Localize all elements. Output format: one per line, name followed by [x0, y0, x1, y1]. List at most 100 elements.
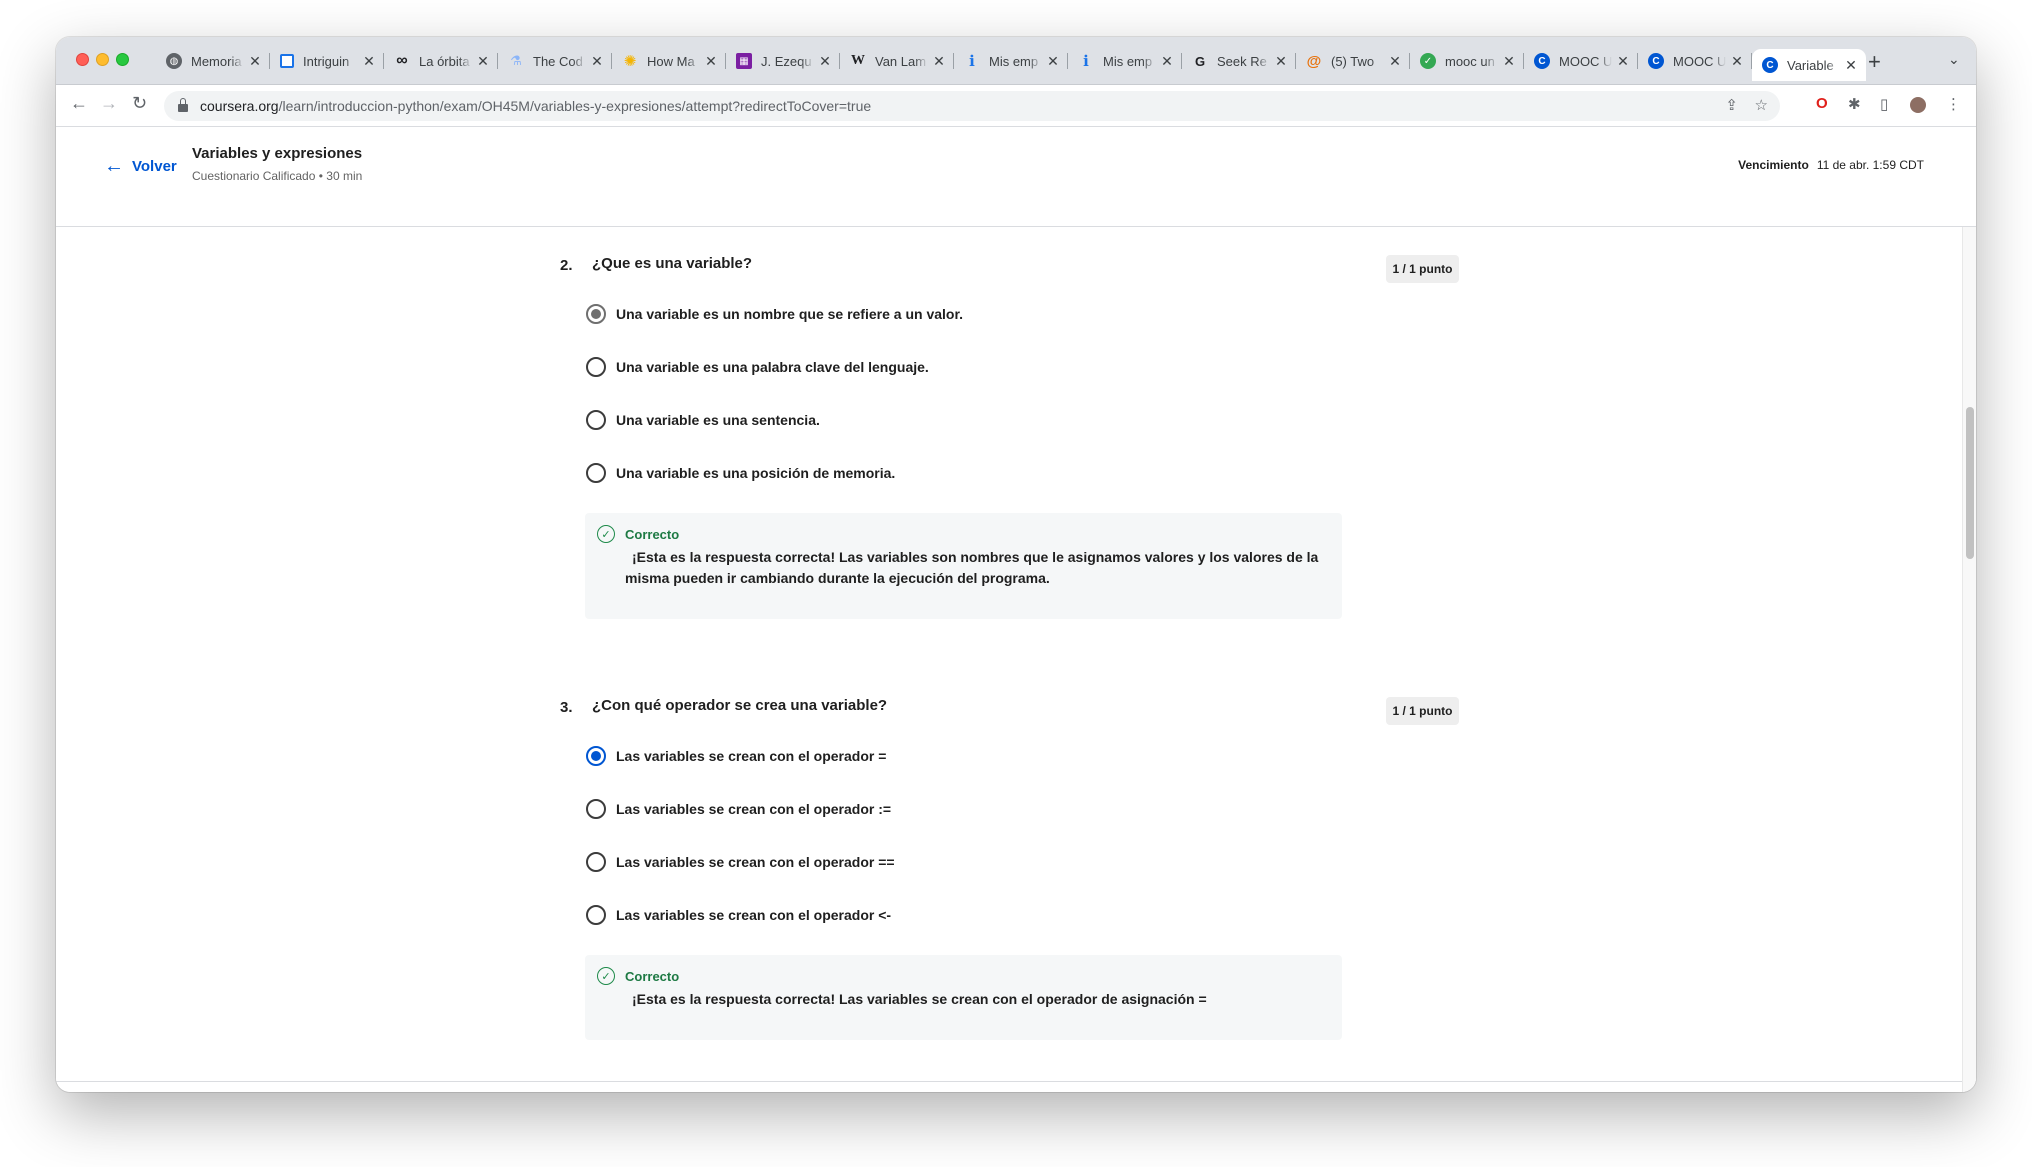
due-value: 11 de abr. 1:59 CDT	[1816, 158, 1924, 172]
quiz-content: 2. ¿Que es una variable? 1 / 1 punto Una…	[56, 227, 1976, 1092]
scrollbar-thumb[interactable]	[1966, 407, 1974, 559]
globe-icon: ◍	[166, 53, 182, 69]
flask-icon: ⚗	[510, 53, 522, 68]
radio[interactable]	[586, 357, 606, 377]
swirl-icon: @	[1306, 52, 1322, 70]
tab[interactable]: ✓ mooc un ✕	[1410, 45, 1524, 77]
answer-option[interactable]: Las variables se crean con el operador =	[586, 746, 886, 766]
tab-search-chevron-icon[interactable]: ⌄	[1948, 51, 1960, 68]
tab-title: (5) Two	[1331, 53, 1375, 69]
address-bar[interactable]: coursera.org/learn/introduccion-python/e…	[164, 91, 1780, 121]
close-icon[interactable]: ✕	[1388, 53, 1402, 70]
tab-title: La órbita	[419, 53, 470, 69]
radio[interactable]	[586, 905, 606, 925]
answer-option[interactable]: Una variable es una posición de memoria.	[586, 463, 895, 483]
coursera-icon: C	[1762, 57, 1778, 73]
reload-icon[interactable]: ↻	[132, 93, 147, 114]
info-icon: ℹ	[969, 53, 975, 70]
check-circle-icon: ✓	[597, 525, 615, 543]
opera-icon[interactable]: O	[1816, 95, 1828, 112]
page: ← Volver Variables y expresiones Cuestio…	[56, 127, 1976, 1092]
answer-option[interactable]: Una variable es una sentencia.	[586, 410, 820, 430]
sun-icon: ✺	[623, 53, 637, 70]
url-host: coursera.org	[200, 98, 279, 114]
radio[interactable]	[586, 799, 606, 819]
close-icon[interactable]: ✕	[1844, 57, 1858, 74]
tab-title: Intriguin	[303, 53, 350, 69]
question-number: 2.	[560, 257, 573, 274]
tab[interactable]: C MOOC U ✕	[1638, 45, 1752, 77]
radio[interactable]	[586, 410, 606, 430]
browser-toolbar: ← → ↻ coursera.org/learn/introduccion-py…	[56, 85, 1976, 127]
close-icon[interactable]: ✕	[1274, 53, 1288, 70]
divider	[56, 1081, 1962, 1082]
close-icon[interactable]: ✕	[1730, 53, 1744, 70]
page-title: Variables y expresiones	[192, 145, 363, 162]
maximize-window-button[interactable]	[116, 53, 129, 66]
radio[interactable]	[586, 852, 606, 872]
extensions-puzzle-icon[interactable]: ✱	[1848, 95, 1861, 113]
tab[interactable]: ℹ Mis emp ✕	[1068, 45, 1182, 77]
new-tab-button[interactable]: +	[1868, 49, 1881, 75]
close-icon[interactable]: ✕	[476, 53, 490, 70]
answer-option[interactable]: Una variable es un nombre que se refiere…	[586, 304, 963, 324]
forward-arrow-icon[interactable]: →	[100, 93, 118, 114]
answer-option[interactable]: Las variables se crean con el operador =…	[586, 852, 895, 872]
tab[interactable]: ℹ Mis emp ✕	[954, 45, 1068, 77]
tab[interactable]: @ (5) Two ✕	[1296, 45, 1410, 77]
close-icon[interactable]: ✕	[932, 53, 946, 70]
close-icon[interactable]: ✕	[1160, 53, 1174, 70]
back-label: Volver	[132, 158, 177, 175]
close-window-button[interactable]	[76, 53, 89, 66]
star-icon[interactable]: ☆	[1755, 96, 1768, 114]
option-label: Una variable es una palabra clave del le…	[616, 359, 929, 375]
option-label: Las variables se crean con el operador =	[616, 748, 887, 764]
back-arrow-icon[interactable]: ←	[70, 93, 88, 114]
answer-option[interactable]: Las variables se crean con el operador :…	[586, 799, 891, 819]
side-panel-icon[interactable]: ▯	[1880, 95, 1888, 113]
close-icon[interactable]: ✕	[590, 53, 604, 70]
close-icon[interactable]: ✕	[248, 53, 262, 70]
answer-option[interactable]: Las variables se crean con el operador <…	[586, 905, 891, 925]
leaf-icon: ✓	[1420, 53, 1436, 69]
check-circle-icon: ✓	[597, 967, 615, 985]
tab[interactable]: ▦ J. Ezequ ✕	[726, 45, 840, 77]
avatar[interactable]	[1910, 97, 1926, 113]
option-label: Una variable es un nombre que se refiere…	[616, 306, 964, 322]
close-icon[interactable]: ✕	[1502, 53, 1516, 70]
close-icon[interactable]: ✕	[1046, 53, 1060, 70]
share-icon[interactable]: ⇪	[1725, 96, 1738, 114]
feedback-box: ✓ Correcto ¡Esta es la respuesta correct…	[585, 955, 1342, 1040]
tab[interactable]: G Seek Re ✕	[1182, 45, 1296, 77]
close-icon[interactable]: ✕	[704, 53, 718, 70]
back-button[interactable]: ← Volver	[104, 155, 177, 178]
tab-title: How Ma	[647, 53, 695, 69]
tab[interactable]: W Van Lam ✕	[840, 45, 954, 77]
close-icon[interactable]: ✕	[362, 53, 376, 70]
option-label: Las variables se crean con el operador =…	[616, 854, 895, 870]
tab-title: Seek Re	[1217, 53, 1267, 69]
tab[interactable]: Intriguin ✕	[270, 45, 384, 77]
tab[interactable]: ⚗ The Cod ✕	[498, 45, 612, 77]
radio-selected[interactable]	[586, 746, 606, 766]
due-label: Vencimiento	[1738, 158, 1809, 172]
close-icon[interactable]: ✕	[1616, 53, 1630, 70]
feedback-text: ¡Esta es la respuesta correcta! Las vari…	[625, 549, 1319, 586]
feedback-text: ¡Esta es la respuesta correcta! Las vari…	[632, 991, 1207, 1007]
tab[interactable]: ∞ La órbita ✕	[384, 45, 498, 77]
minimize-window-button[interactable]	[96, 53, 109, 66]
scrollbar[interactable]	[1962, 227, 1976, 1092]
radio-selected[interactable]	[586, 304, 606, 324]
close-icon[interactable]: ✕	[818, 53, 832, 70]
more-vert-icon[interactable]: ⋮	[1946, 95, 1961, 113]
tab[interactable]: ✺ How Ma ✕	[612, 45, 726, 77]
coursera-icon: C	[1534, 53, 1550, 69]
tab-strip: ◍ Memoria ✕ Intriguin ✕ ∞ La órbita ✕ ⚗ The Co…	[56, 37, 1976, 85]
tab[interactable]: C MOOC U ✕	[1524, 45, 1638, 77]
option-label: Las variables se crean con el operador :…	[616, 801, 892, 817]
tab-active[interactable]: C Variable ✕	[1752, 49, 1866, 81]
question-text: ¿Con qué operador se crea una variable?	[592, 697, 888, 714]
answer-option[interactable]: Una variable es una palabra clave del le…	[586, 357, 929, 377]
tab[interactable]: ◍ Memoria ✕	[156, 45, 270, 77]
radio[interactable]	[586, 463, 606, 483]
